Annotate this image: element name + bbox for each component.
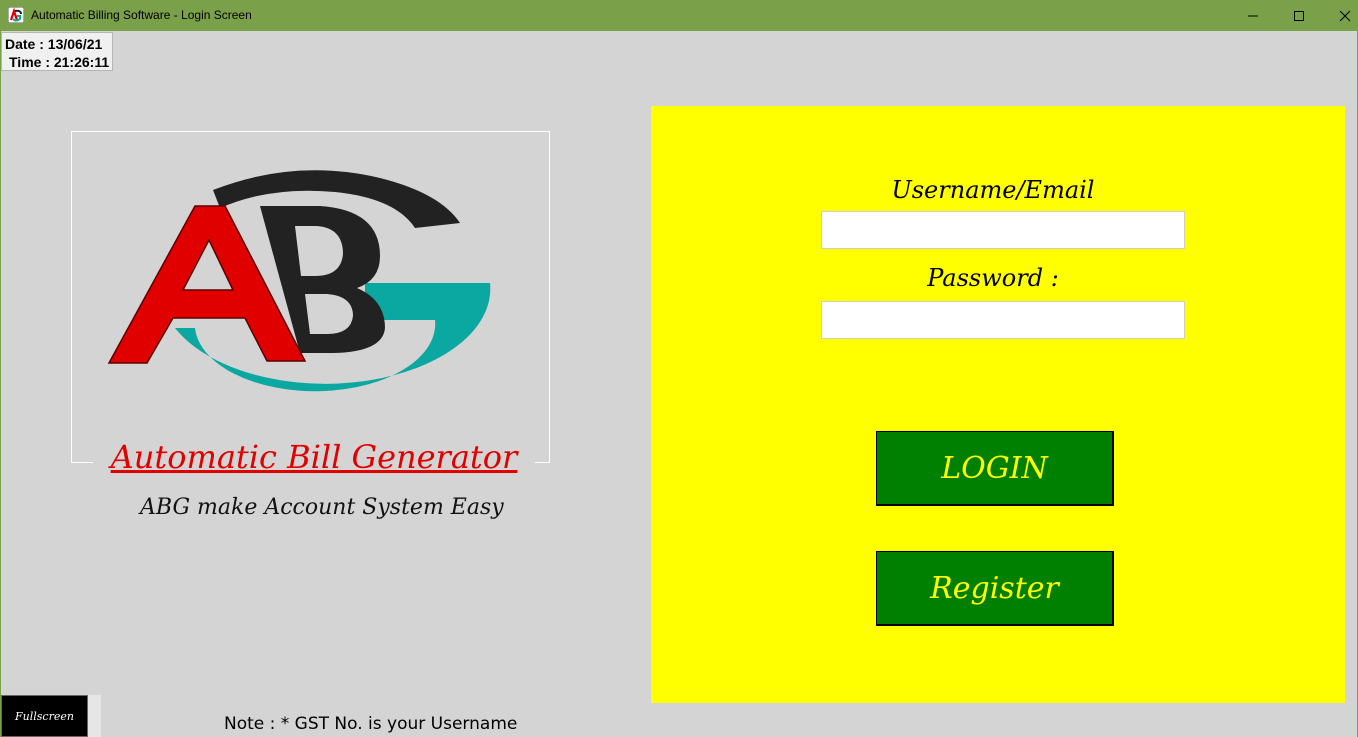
login-panel: Username/Email Password : LOGIN Register	[651, 106, 1345, 703]
username-label: Username/Email	[891, 176, 1095, 204]
abg-logo-icon	[8, 7, 24, 23]
gst-note: Note : * GST No. is your Username	[224, 714, 518, 734]
window-title: Automatic Billing Software - Login Scree…	[31, 8, 252, 22]
password-input[interactable]	[821, 301, 1185, 339]
title-bar: Automatic Billing Software - Login Scree…	[0, 0, 1358, 31]
tagline: ABG make Account System Easy	[140, 495, 504, 520]
username-input[interactable]	[821, 211, 1185, 249]
abg-logo	[107, 170, 491, 392]
time-label: Time : 21:26:11	[9, 54, 110, 70]
login-button[interactable]: LOGIN	[876, 431, 1114, 506]
close-icon	[1339, 10, 1351, 21]
password-label: Password :	[927, 264, 1059, 292]
date-label: Date : 13/06/21	[5, 36, 103, 52]
fullscreen-button[interactable]: Fullscreen	[1, 695, 88, 737]
close-button[interactable]	[1322, 0, 1358, 31]
maximize-icon	[1294, 10, 1304, 21]
fullscreen-button-edge	[88, 695, 101, 737]
minimize-button[interactable]	[1230, 0, 1276, 31]
date-time-display: Date : 13/06/21 Time : 21:26:11	[1, 32, 113, 71]
minimize-icon	[1248, 15, 1258, 16]
maximize-button[interactable]	[1276, 0, 1322, 31]
register-button[interactable]: Register	[876, 551, 1114, 626]
brand-title: Automatic Bill Generator	[93, 438, 535, 476]
window-border-left	[0, 31, 1, 737]
